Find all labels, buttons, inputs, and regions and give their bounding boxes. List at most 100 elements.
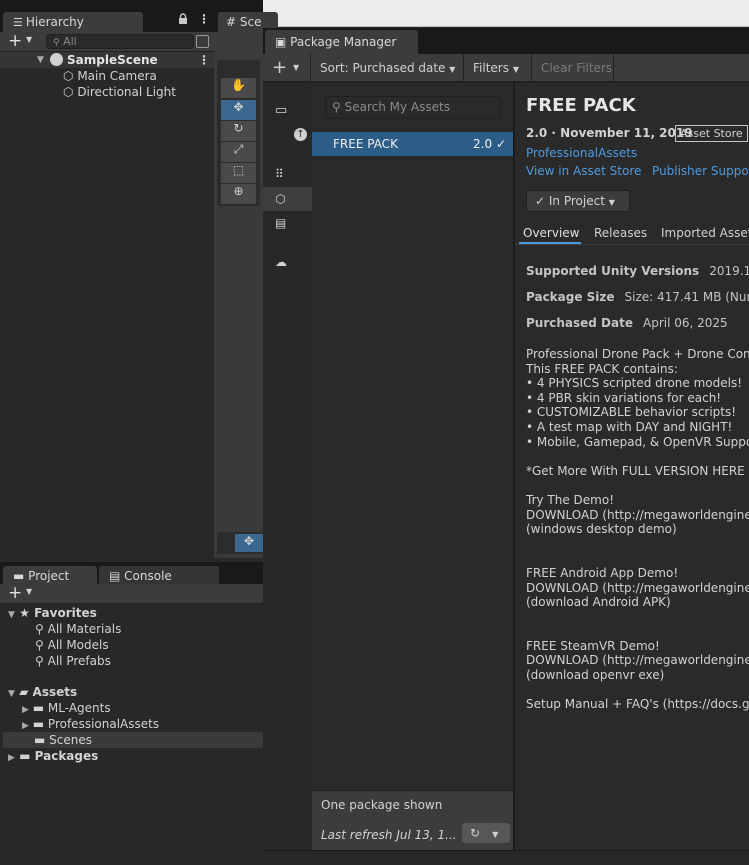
list-item[interactable]: ▶ ▬ ML-Agents bbox=[22, 700, 111, 716]
scene-row[interactable]: ▼ SampleScene ⋮ bbox=[0, 52, 214, 68]
info-row: Supported Unity Versions2019.1.9 or bbox=[526, 264, 749, 278]
project-tabbar: ▬ Project ▤ Console bbox=[0, 562, 263, 586]
chevron-down-icon: ▼ bbox=[512, 65, 519, 74]
more-icon[interactable]: ⋮ bbox=[198, 12, 210, 26]
sort-dropdown[interactable]: Sort: Purchased date ▼ bbox=[320, 54, 455, 82]
package-version: 2.0 bbox=[473, 137, 493, 151]
favorites-row[interactable]: ▼ ★ Favorites bbox=[8, 605, 97, 621]
description-line bbox=[526, 610, 749, 625]
expand-right-icon: ▶ bbox=[8, 753, 15, 763]
package-list-item[interactable]: FREE PACK 2.0 ✓ bbox=[312, 132, 513, 156]
package-title: FREE PACK bbox=[526, 95, 636, 116]
rotate-tool-icon[interactable]: ↻ bbox=[221, 121, 256, 141]
add-icon[interactable]: + bbox=[8, 31, 22, 51]
background-window-titlebar bbox=[263, 0, 749, 27]
scene-toolbar bbox=[214, 32, 263, 56]
pm-list-footer: One package shown Last refresh Jul 13, 1… bbox=[312, 790, 513, 850]
update-icon[interactable]: ↑ bbox=[294, 128, 307, 141]
package-icon: ▣ bbox=[275, 35, 287, 49]
add-icon[interactable]: + bbox=[8, 583, 22, 603]
description-line: Professional Drone Pack + Drone Controll… bbox=[526, 347, 749, 361]
star-icon: ★ bbox=[19, 606, 30, 620]
tab-imported-assets[interactable]: Imported Assets bbox=[661, 226, 749, 240]
search-icon: ⚲ bbox=[35, 622, 44, 636]
pm-list-panel: ⚲ Search My Assets FREE PACK 2.0 ✓ One p… bbox=[312, 83, 514, 850]
description-line: • A test map with DAY and NIGHT! bbox=[526, 419, 733, 434]
lock-icon[interactable] bbox=[178, 13, 188, 28]
hierarchy-search-input[interactable]: ⚲ All bbox=[46, 34, 194, 49]
scale-tool-icon[interactable]: ⤢ bbox=[221, 142, 256, 162]
my-assets-icon[interactable]: ⬡ bbox=[263, 187, 312, 211]
rect-tool-icon[interactable]: ⬚ bbox=[221, 163, 256, 183]
search-icon: ⚲ bbox=[35, 654, 44, 668]
search-icon: ⚲ bbox=[332, 100, 341, 114]
list-item[interactable]: ⚲ All Materials bbox=[35, 621, 121, 637]
cloud-icon[interactable]: ☁ bbox=[275, 255, 287, 269]
add-icon[interactable]: + bbox=[272, 54, 287, 82]
tab-package-manager[interactable]: ▣ Package Manager bbox=[265, 30, 418, 54]
list-icon: ☰ bbox=[13, 16, 23, 29]
filters-dropdown[interactable]: Filters ▼ bbox=[473, 54, 519, 82]
scene-bottom-toolbar: ✥ bbox=[217, 532, 263, 554]
publisher-link[interactable]: ProfessionalAssets bbox=[526, 146, 637, 160]
description-line bbox=[526, 683, 749, 698]
folder-icon: ▬ bbox=[19, 749, 31, 763]
asset-store-badge: Asset Store bbox=[675, 125, 748, 142]
chevron-down-icon[interactable]: ▼ bbox=[26, 587, 32, 596]
packages-row[interactable]: ▶ ▬ Packages bbox=[8, 748, 98, 764]
list-item[interactable]: ⚲ All Prefabs bbox=[35, 653, 111, 669]
chevron-down-icon[interactable]: ▼ bbox=[26, 35, 32, 44]
hand-tool-icon[interactable]: ✋ bbox=[221, 78, 256, 98]
refresh-button[interactable]: ↻ ▼ bbox=[462, 823, 510, 843]
chevron-down-icon[interactable]: ▼ bbox=[293, 54, 299, 82]
hierarchy-item[interactable]: ⬡ Main Camera bbox=[63, 68, 157, 84]
clear-filters-button[interactable]: Clear Filters bbox=[541, 54, 612, 82]
registry-icon[interactable]: ▤ bbox=[275, 216, 286, 230]
tab-releases[interactable]: Releases bbox=[594, 226, 647, 240]
move-mode-icon[interactable]: ✥ bbox=[235, 534, 263, 552]
package-description: Professional Drone Pack + Drone Controll… bbox=[526, 347, 749, 712]
description-line: Try The Demo! bbox=[526, 492, 615, 507]
tab-overview[interactable]: Overview bbox=[523, 226, 580, 240]
view-in-asset-store-link[interactable]: View in Asset Store bbox=[526, 164, 641, 178]
grid-icon[interactable]: ⠿ bbox=[275, 167, 284, 181]
grid-icon: # bbox=[226, 15, 237, 29]
info-row: Package SizeSize: 417.41 MB (Number bbox=[526, 290, 749, 304]
search-icon: ⚲ bbox=[53, 38, 60, 48]
scene-more-icon[interactable]: ⋮ bbox=[198, 52, 210, 68]
hierarchy-item[interactable]: ⬡ Directional Light bbox=[63, 84, 176, 100]
search-scope-icon[interactable] bbox=[196, 35, 209, 48]
folder-icon: ▬ bbox=[32, 701, 45, 715]
search-my-assets-input[interactable]: ⚲ Search My Assets bbox=[325, 96, 501, 119]
check-circle-icon: ✓ bbox=[535, 194, 546, 208]
description-line: • CUSTOMIZABLE behavior scripts! bbox=[526, 405, 737, 420]
list-item-selected[interactable]: ▬ Scenes bbox=[3, 732, 263, 748]
chevron-down-icon: ▼ bbox=[449, 65, 456, 74]
list-item[interactable]: ▶ ▬ ProfessionalAssets bbox=[22, 716, 159, 732]
window-icon[interactable]: ▭ bbox=[275, 103, 287, 118]
description-line bbox=[526, 624, 749, 639]
description-line: Setup Manual + FAQ's (https://docs.goo bbox=[526, 697, 749, 712]
description-line: (windows desktop demo) bbox=[526, 522, 677, 537]
transform-tool-icon[interactable]: ⊕ bbox=[221, 184, 256, 204]
expand-right-icon: ▶ bbox=[22, 705, 29, 715]
refresh-icon: ↻ bbox=[470, 826, 481, 840]
publisher-support-link[interactable]: Publisher Support bbox=[652, 164, 749, 178]
description-line: FREE Android App Demo! bbox=[526, 565, 679, 580]
description-line: DOWNLOAD (http://megaworldengine.c bbox=[526, 653, 749, 668]
description-line: • 4 PHYSICS scripted drone models! bbox=[526, 376, 743, 391]
tab-console[interactable]: ▤ Console bbox=[99, 566, 219, 586]
scene-view[interactable]: # Sce ✋ ✥ ↻ ⤢ ⬚ ⊕ ✥ bbox=[214, 8, 278, 558]
folder-icon: ▬ bbox=[34, 733, 46, 747]
tab-hierarchy[interactable]: ☰ Hierarchy bbox=[3, 12, 143, 32]
folder-icon: ▬ bbox=[13, 569, 25, 583]
list-item[interactable]: ⚲ All Models bbox=[35, 637, 109, 653]
in-project-dropdown[interactable]: ✓ In Project ▼ bbox=[526, 190, 630, 212]
pm-toolbar: + ▼ Sort: Purchased date ▼ Filters ▼ Cle… bbox=[263, 54, 749, 82]
expand-down-icon[interactable]: ▼ bbox=[37, 52, 44, 68]
move-tool-icon[interactable]: ✥ bbox=[221, 100, 256, 120]
description-line: FREE SteamVR Demo! bbox=[526, 638, 660, 653]
pm-tabbar: ▣ Package Manager bbox=[263, 28, 749, 54]
assets-row[interactable]: ▼ ▰ Assets bbox=[8, 684, 77, 700]
description-line bbox=[526, 478, 749, 493]
